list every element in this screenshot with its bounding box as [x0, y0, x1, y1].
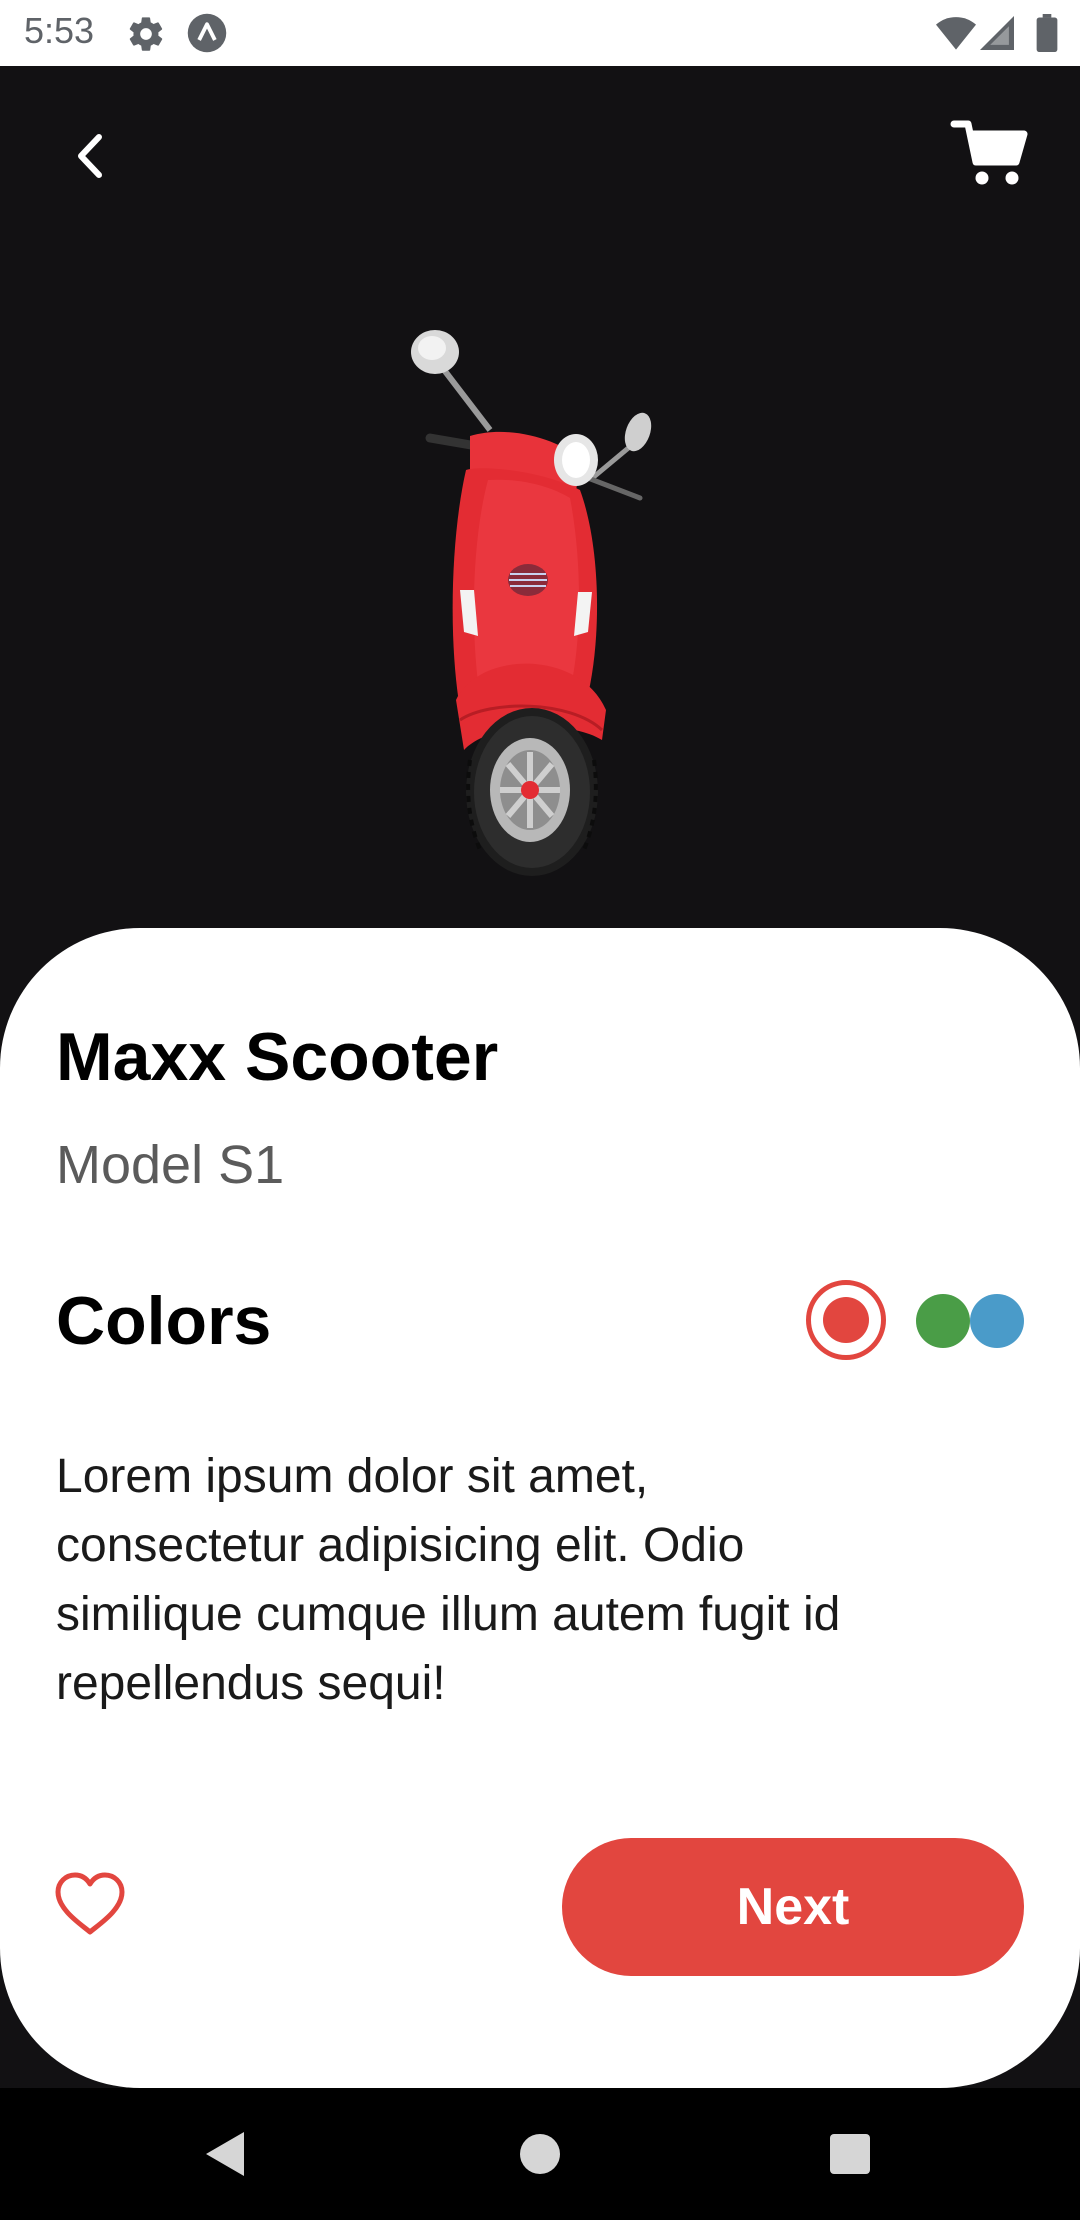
color-swatch-red-dot	[823, 1297, 869, 1343]
product-model: Model S1	[56, 1135, 285, 1195]
color-swatch-red[interactable]	[806, 1280, 886, 1360]
color-swatch-green[interactable]	[916, 1294, 970, 1348]
cart-icon[interactable]	[950, 116, 1030, 196]
color-swatch-blue[interactable]	[970, 1294, 1024, 1348]
gear-icon	[129, 17, 163, 51]
product-name: Maxx Scooter	[56, 1019, 499, 1095]
battery-icon	[1036, 14, 1058, 52]
navigation-bar	[0, 2088, 1080, 2220]
product-description: Lorem ipsum dolor sit amet, consectetur …	[56, 1450, 841, 1710]
nav-back-icon[interactable]	[204, 2130, 248, 2178]
wifi-icon	[936, 17, 976, 50]
next-button[interactable]: Next	[562, 1838, 1024, 1976]
nav-recents-icon[interactable]	[830, 2134, 870, 2174]
signal-icon	[980, 16, 1014, 50]
app-screen: 5:53 Maxx Scooter Model S1 Colors Lorem …	[0, 0, 1080, 2220]
nav-home-icon[interactable]	[520, 2134, 560, 2174]
status-bar: 5:53	[0, 0, 1080, 66]
colors-title: Colors	[56, 1283, 272, 1359]
chevron-left-icon	[78, 134, 102, 178]
back-button[interactable]	[60, 126, 120, 186]
heart-outline-icon[interactable]	[52, 1870, 128, 1938]
status-time: 5:53	[24, 10, 95, 51]
app-notification-icon	[187, 13, 227, 53]
scooter-image	[411, 330, 652, 876]
